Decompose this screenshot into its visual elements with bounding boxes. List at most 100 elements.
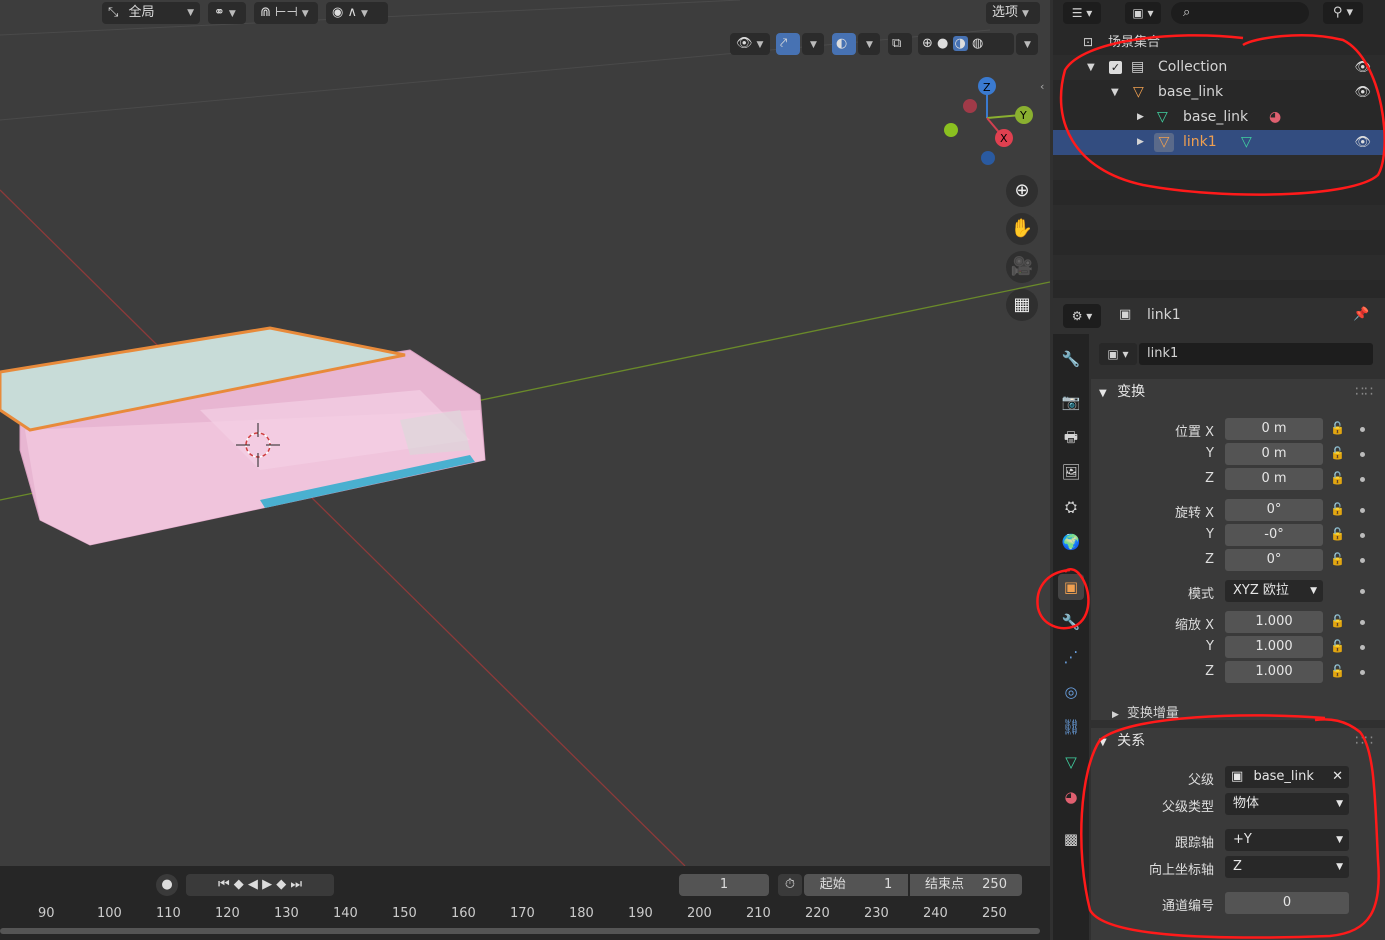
sidebar-toggle-icon[interactable]: ‹ xyxy=(1040,80,1044,93)
chevron-down-icon: ▼ xyxy=(1022,9,1029,19)
rotation-mode-label: 模式 xyxy=(1187,587,1214,602)
view-layer-tab-icon[interactable]: 🖼 xyxy=(1058,459,1084,485)
3d-viewport[interactable]: Z Y X ⤡ 全局 ▼ ⚭ ▼ ⋒ ⊢⊣ ▼ ◉ ∧ ▼ 选项 ▼ 👁 ▼ ⤤ ▼ ◐ … xyxy=(0,0,1050,866)
timeline-tick-label: 130 xyxy=(274,906,299,921)
gizmo-y-label: Y xyxy=(1019,109,1027,122)
transform-orientation-dropdown[interactable]: ⤡ 全局 ▼ xyxy=(102,2,200,24)
rotation-mode-dropdown[interactable]: XYZ 欧拉 ▼ xyxy=(1225,580,1323,602)
location-x-label: 位置 X xyxy=(1174,425,1214,440)
pin-icon[interactable]: 📌 xyxy=(1353,307,1369,322)
outliner-empty-row xyxy=(1053,205,1385,230)
lock-icon[interactable]: 🔓 xyxy=(1330,664,1345,678)
scale-x-field[interactable]: 1.000 xyxy=(1225,611,1323,633)
gizmo-toggle[interactable]: ⤤ xyxy=(776,33,800,55)
transform-panel-header[interactable]: ▼ 变换 ∷∷ xyxy=(1091,379,1385,405)
rendered-shading-icon[interactable]: ◍ xyxy=(972,36,983,51)
options-label: 选项 xyxy=(992,5,1019,20)
keyframe-dot-icon[interactable] xyxy=(1360,508,1365,513)
outliner[interactable]: ☰ ▾ ▣ ▾ ⌕ ⚲ ▾ ⊡ 场景集合 ▼ ✓ ▤ Collection 👁 … xyxy=(1053,0,1385,298)
overlays-dropdown[interactable]: ▼ xyxy=(858,33,880,55)
lock-icon[interactable]: 🔓 xyxy=(1330,421,1345,435)
physics-tab-icon[interactable]: ◎ xyxy=(1058,679,1084,705)
scale-y-field[interactable]: 1.000 xyxy=(1225,636,1323,658)
pivot-icon: ⚭ xyxy=(214,5,225,20)
scale-x-label: 缩放 X xyxy=(1174,618,1214,633)
lock-icon[interactable]: 🔓 xyxy=(1330,552,1345,566)
particles-tab-icon[interactable]: ⋰ xyxy=(1058,644,1084,670)
keyframe-dot-icon[interactable] xyxy=(1360,533,1365,538)
lock-icon[interactable]: 🔓 xyxy=(1330,502,1345,516)
neg-z-handle xyxy=(981,151,995,165)
tool-tab-icon[interactable]: 🔧 xyxy=(1058,346,1084,372)
scale-z-label: Z xyxy=(1205,664,1214,679)
lock-icon[interactable]: 🔓 xyxy=(1330,446,1345,460)
annotation-circle-relations xyxy=(1080,714,1380,939)
keyframe-dot-icon[interactable] xyxy=(1360,620,1365,625)
world-tab-icon[interactable]: 🌍 xyxy=(1058,529,1084,555)
lock-icon[interactable]: 🔓 xyxy=(1330,527,1345,541)
xray-toggle[interactable]: ⧉ xyxy=(888,33,912,55)
keyframe-dot-icon[interactable] xyxy=(1360,427,1365,432)
viewport-scene[interactable]: Z Y X xyxy=(0,0,1050,866)
chevron-down-icon: ▼ xyxy=(756,40,764,50)
lock-icon[interactable]: 🔓 xyxy=(1330,614,1345,628)
pivot-point-dropdown[interactable]: ⚭ ▼ xyxy=(208,2,246,24)
lock-icon[interactable]: 🔓 xyxy=(1330,639,1345,653)
render-tab-icon[interactable]: 📷 xyxy=(1058,389,1084,415)
timeline-tick-label: 160 xyxy=(451,906,476,921)
scale-y-label: Y xyxy=(1206,639,1214,654)
shading-modes[interactable]: ⊕ ● ◑ ◍ xyxy=(918,33,1014,55)
location-z-field[interactable]: 0 m xyxy=(1225,468,1323,490)
xray-icon: ⧉ xyxy=(892,36,902,51)
keyframe-dot-icon[interactable] xyxy=(1360,589,1365,594)
gizmo-dropdown[interactable]: ▼ xyxy=(802,33,824,55)
chevron-down-icon: ▼ xyxy=(301,9,309,19)
object-name-field[interactable]: link1 xyxy=(1139,343,1373,365)
camera-icon[interactable]: 🎥 xyxy=(1006,251,1038,283)
object-type-dropdown[interactable]: ▣ ▾ xyxy=(1099,343,1137,365)
pan-hand-icon[interactable]: ✋ xyxy=(1006,213,1038,245)
rotation-z-label: Z xyxy=(1205,552,1214,567)
timeline-tick-label: 110 xyxy=(156,906,181,921)
zoom-icon[interactable]: ⊕ xyxy=(1006,175,1038,207)
proportional-editing[interactable]: ◉ ∧ ▼ xyxy=(326,2,388,24)
rotation-mode-value: XYZ 欧拉 xyxy=(1233,583,1289,598)
solid-shading-icon[interactable]: ● xyxy=(937,36,948,51)
timeline-scrollbar[interactable] xyxy=(0,928,1040,934)
keyframe-dot-icon[interactable] xyxy=(1360,558,1365,563)
snap-controls[interactable]: ⋒ ⊢⊣ ▼ xyxy=(254,2,318,24)
chevron-down-icon: ▼ xyxy=(1099,388,1107,399)
timeline-tick-label: 90 xyxy=(38,906,55,921)
scale-z-field[interactable]: 1.000 xyxy=(1225,661,1323,683)
material-shading-icon[interactable]: ◑ xyxy=(952,36,968,51)
overlays-toggle[interactable]: ◐ xyxy=(832,33,856,55)
wireframe-shading-icon[interactable]: ⊕ xyxy=(922,36,933,51)
timeline[interactable]: ● ⏮ ◆ ◀ ▶ ◆ ⏭ 1 ⏱ 起始 1 结束点 250 90 100 110 1… xyxy=(0,866,1050,940)
lock-icon[interactable]: 🔓 xyxy=(1330,471,1345,485)
keyframe-dot-icon[interactable] xyxy=(1360,670,1365,675)
chevron-down-icon: ▼ xyxy=(228,9,236,19)
rotation-x-field[interactable]: 0° xyxy=(1225,499,1323,521)
keyframe-dot-icon[interactable] xyxy=(1360,645,1365,650)
keyframe-dot-icon[interactable] xyxy=(1360,452,1365,457)
rotation-y-label: Y xyxy=(1206,527,1214,542)
timeline-tick-label: 190 xyxy=(628,906,653,921)
editor-type-dropdown[interactable]: ⚙ ▾ xyxy=(1063,304,1101,328)
scene-tab-icon[interactable]: ⛭ xyxy=(1058,494,1084,520)
visibility-selectability-dropdown[interactable]: 👁 ▼ xyxy=(730,33,770,55)
timeline-tick-label: 200 xyxy=(687,906,712,921)
output-tab-icon[interactable]: 🖶 xyxy=(1058,424,1084,450)
rotation-y-field[interactable]: -0° xyxy=(1225,524,1323,546)
rotation-z-field[interactable]: 0° xyxy=(1225,549,1323,571)
location-y-field[interactable]: 0 m xyxy=(1225,443,1323,465)
keyframe-dot-icon[interactable] xyxy=(1360,477,1365,482)
timeline-tick-label: 170 xyxy=(510,906,535,921)
timeline-tick-label: 210 xyxy=(746,906,771,921)
location-x-field[interactable]: 0 m xyxy=(1225,418,1323,440)
options-dropdown[interactable]: 选项 ▼ xyxy=(986,2,1040,24)
timeline-tick-label: 100 xyxy=(97,906,122,921)
perspective-grid-icon[interactable]: ▦ xyxy=(1006,289,1038,321)
shading-dropdown[interactable]: ▼ xyxy=(1016,33,1038,55)
drag-handle-icon[interactable]: ∷∷ xyxy=(1355,379,1373,405)
chevron-down-icon: ▼ xyxy=(1024,40,1031,50)
